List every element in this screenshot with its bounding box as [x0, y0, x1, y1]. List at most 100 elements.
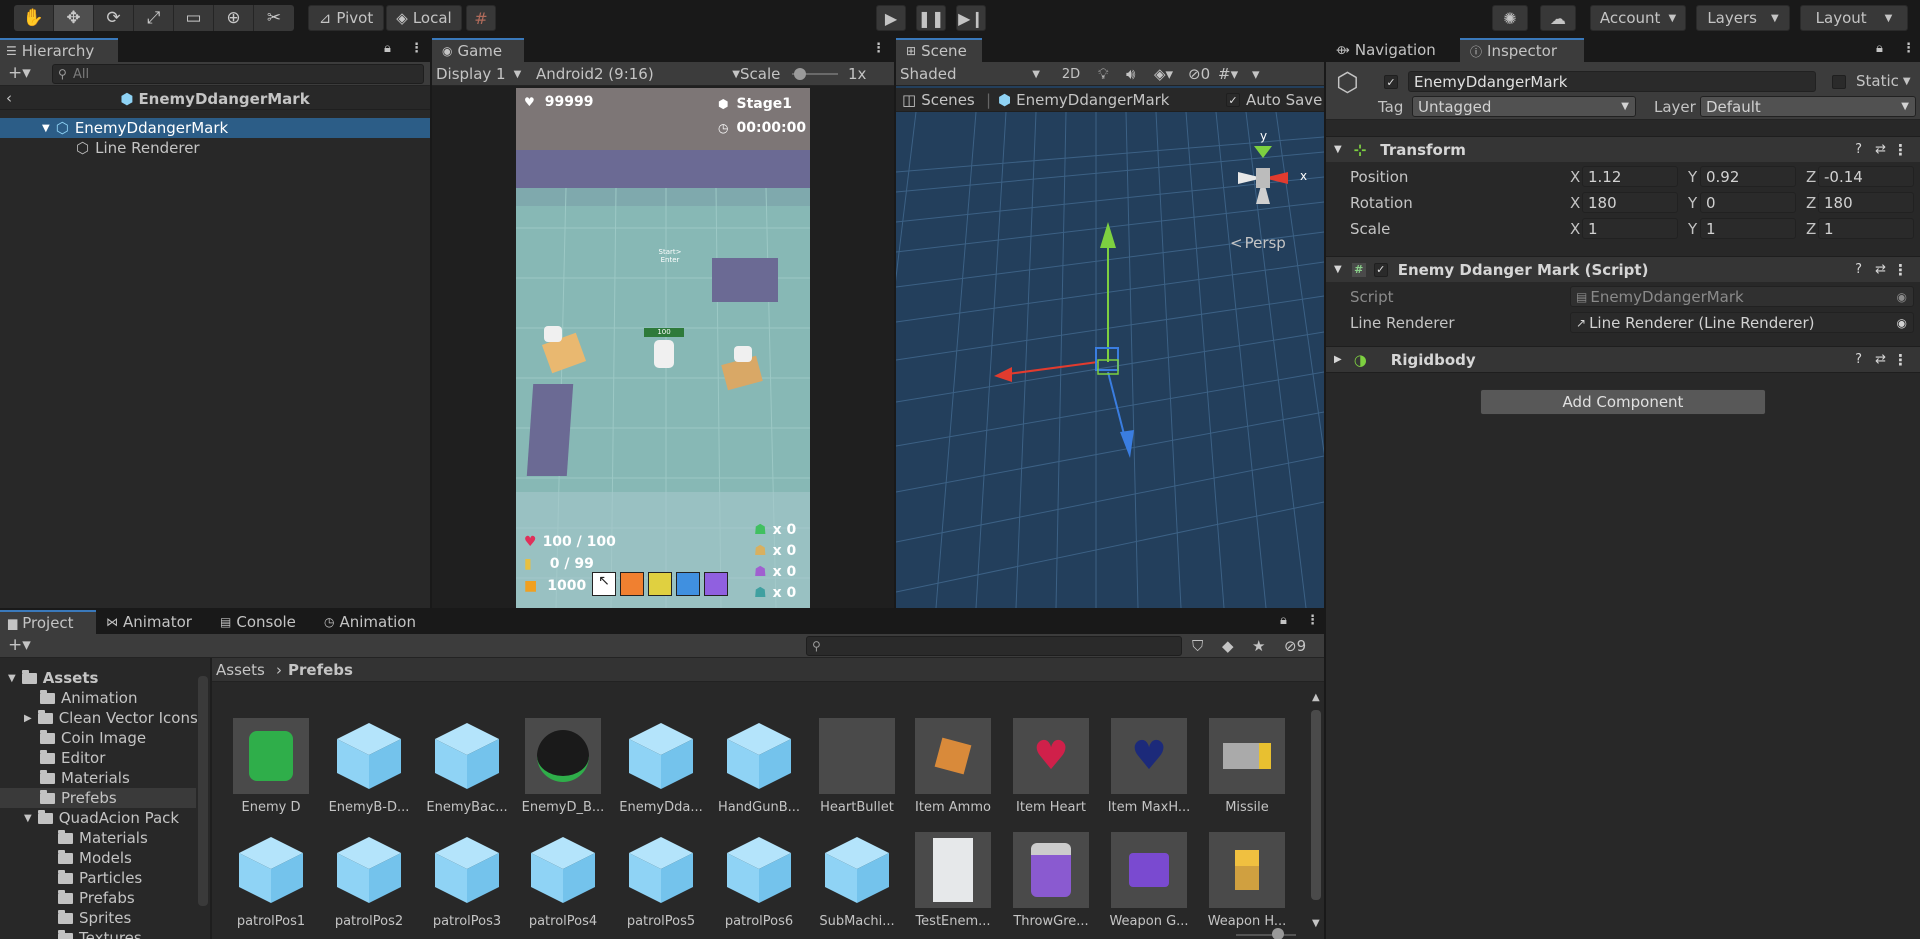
- tab-animation[interactable]: ◷ Animation: [314, 610, 438, 634]
- asset-item[interactable]: Weapon H...: [1202, 832, 1292, 929]
- static-checkbox[interactable]: [1832, 75, 1846, 89]
- cloud-button[interactable]: ☁: [1540, 5, 1576, 31]
- effects-icon[interactable]: ◈▾: [1154, 65, 1173, 83]
- tab-inspector[interactable]: ⓘ Inspector: [1460, 38, 1584, 62]
- tree-item-qp-materials[interactable]: Materials: [58, 828, 148, 848]
- custom-tool-icon[interactable]: ✂: [254, 5, 294, 31]
- thumbnail-size-slider-handle[interactable]: [1272, 928, 1284, 939]
- create-add-button[interactable]: +▾: [8, 635, 31, 655]
- auto-save-toggle[interactable]: ✓ Auto Save: [1226, 91, 1322, 109]
- lock-icon[interactable]: 🔒︎: [384, 41, 391, 56]
- create-add-button[interactable]: +▾: [8, 63, 31, 83]
- asset-item[interactable]: Missile: [1202, 718, 1292, 815]
- tree-item-coin-image[interactable]: Coin Image: [40, 728, 146, 748]
- chevron-down-icon[interactable]: ▼: [1903, 76, 1911, 87]
- asset-item[interactable]: EnemyBac...: [422, 718, 512, 815]
- scale-slider-handle[interactable]: [794, 68, 806, 80]
- asset-item[interactable]: patrolPos1: [226, 832, 316, 929]
- help-icon[interactable]: ?: [1855, 142, 1862, 157]
- asset-item[interactable]: ♥ Item MaxH...: [1104, 718, 1194, 815]
- project-search-input[interactable]: ⚲: [806, 636, 1182, 656]
- tree-item-qp-particles[interactable]: Particles: [58, 868, 142, 888]
- rotation-y-field[interactable]: 0: [1700, 192, 1796, 213]
- back-arrow-icon[interactable]: ‹: [6, 89, 12, 107]
- tree-item-qp-models[interactable]: Models: [58, 848, 132, 868]
- game-screen[interactable]: Start> Enter 100 ♥ 99999 ⬢ Stage1 ◷ 00:00:0…: [516, 88, 810, 608]
- kebab-menu-icon[interactable]: ⋮: [1893, 351, 1908, 369]
- pause-button[interactable]: ❚❚: [916, 5, 946, 31]
- object-picker-icon[interactable]: ◉: [1897, 316, 1907, 330]
- asset-item[interactable]: HandGunB...: [714, 718, 804, 815]
- play-button[interactable]: ▶: [876, 5, 906, 31]
- preset-icon[interactable]: ⇄: [1875, 352, 1886, 367]
- audio-icon[interactable]: 🔊︎: [1126, 65, 1135, 83]
- tree-item-prefebs[interactable]: Prefebs: [0, 788, 196, 808]
- tab-navigation[interactable]: ⟴ Navigation: [1326, 38, 1460, 62]
- thumbnail-size-slider[interactable]: [1236, 934, 1296, 936]
- asset-item[interactable]: Item Ammo: [908, 718, 998, 815]
- scroll-down-icon[interactable]: ▼: [1312, 918, 1320, 929]
- gizmos-dropdown-icon[interactable]: ▾: [1252, 65, 1260, 83]
- transform-tool-icon[interactable]: ⊕: [214, 5, 254, 31]
- scale-x-field[interactable]: 1: [1582, 218, 1678, 239]
- asset-grid-scrollbar[interactable]: [1311, 710, 1321, 900]
- hierarchy-item-root[interactable]: ▼ ⬡ EnemyDdangerMark: [0, 118, 430, 138]
- kebab-menu-icon[interactable]: ⋮: [1893, 261, 1908, 279]
- scenes-breadcrumb[interactable]: ◫ Scenes: [902, 91, 975, 109]
- asset-item[interactable]: patrolPos4: [518, 832, 608, 929]
- hidden-packages-toggle[interactable]: ⊘ 9: [1284, 637, 1306, 655]
- resolution-dropdown[interactable]: Android2 (9:16) ▼: [536, 63, 746, 85]
- lighting-icon[interactable]: 💡︎: [1098, 65, 1109, 83]
- transform-header[interactable]: ▼ ⊹ Transform ? ⇄ ⋮: [1326, 136, 1920, 162]
- weapon-slot-icon[interactable]: [648, 572, 672, 596]
- move-tool-icon[interactable]: ✥: [54, 5, 94, 31]
- local-button[interactable]: ◈ Local: [386, 5, 462, 31]
- grid-snap-button[interactable]: #: [466, 5, 496, 31]
- tree-item-qp-textures[interactable]: Textures: [58, 928, 142, 939]
- line-renderer-reference-field[interactable]: ↗ Line Renderer (Line Renderer) ◉: [1570, 312, 1914, 333]
- kebab-menu-icon[interactable]: ⋮: [1893, 141, 1908, 159]
- layers-dropdown[interactable]: Layers ▼: [1696, 5, 1790, 31]
- hidden-objects-toggle[interactable]: ⊘ 0: [1188, 65, 1210, 83]
- weapon-slot-icon[interactable]: [676, 572, 700, 596]
- weapon-slot-icon[interactable]: [620, 572, 644, 596]
- help-icon[interactable]: ?: [1855, 352, 1862, 367]
- asset-item[interactable]: EnemyD_B...: [518, 718, 608, 815]
- toggle-2d-button[interactable]: 2D: [1054, 63, 1088, 85]
- asset-item[interactable]: EnemyB-D...: [324, 718, 414, 815]
- pivot-button[interactable]: ⊿ Pivot: [308, 5, 384, 31]
- expand-arrow-icon[interactable]: ▶: [24, 713, 32, 724]
- filter-type-icon[interactable]: ⛉: [1192, 637, 1203, 655]
- object-name-field[interactable]: EnemyDdangerMark: [1408, 71, 1816, 92]
- tree-item-qp-sprites[interactable]: Sprites: [58, 908, 131, 928]
- tab-animator[interactable]: ⋈ Animator: [96, 610, 210, 634]
- tag-dropdown[interactable]: Untagged ▼: [1412, 96, 1636, 117]
- component-enabled-checkbox[interactable]: ✓: [1373, 262, 1388, 277]
- tree-scrollbar[interactable]: [198, 676, 208, 906]
- asset-item[interactable]: EnemyDda...: [616, 718, 706, 815]
- help-icon[interactable]: ?: [1855, 262, 1862, 277]
- tree-item-qp-prefabs[interactable]: Prefabs: [58, 888, 135, 908]
- asset-item[interactable]: patrolPos5: [616, 832, 706, 929]
- kebab-menu-icon[interactable]: ⋮: [410, 41, 423, 56]
- tree-item-animation[interactable]: Animation: [40, 688, 137, 708]
- asset-item[interactable]: Enemy D: [226, 718, 316, 815]
- script-component-header[interactable]: ▼ # ✓ Enemy Ddanger Mark (Script) ? ⇄ ⋮: [1326, 256, 1920, 282]
- cursor-weapon-icon[interactable]: ↖: [592, 572, 616, 596]
- tab-project[interactable]: ▆ Project: [0, 610, 96, 634]
- scale-tool-icon[interactable]: ⤢: [134, 5, 174, 31]
- tree-item-quadacion-pack[interactable]: ▼ QuadAcion Pack: [24, 808, 179, 828]
- rotate-tool-icon[interactable]: ⟳: [94, 5, 134, 31]
- tab-scene[interactable]: ⊞ Scene: [896, 38, 982, 62]
- layer-dropdown[interactable]: Default ▼: [1700, 96, 1916, 117]
- position-y-field[interactable]: 0.92: [1700, 166, 1796, 187]
- kebab-menu-icon[interactable]: ⋮: [1902, 41, 1915, 56]
- active-checkbox[interactable]: ✓: [1384, 75, 1398, 89]
- weapon-slot-icon[interactable]: [704, 572, 728, 596]
- favorite-star-icon[interactable]: ★: [1252, 637, 1265, 655]
- preset-icon[interactable]: ⇄: [1875, 262, 1886, 277]
- asset-item[interactable]: SubMachi...: [812, 832, 902, 929]
- asset-item[interactable]: patrolPos6: [714, 832, 804, 929]
- perspective-toggle[interactable]: < Persp: [1230, 234, 1286, 252]
- expand-arrow-icon[interactable]: ▼: [24, 813, 32, 824]
